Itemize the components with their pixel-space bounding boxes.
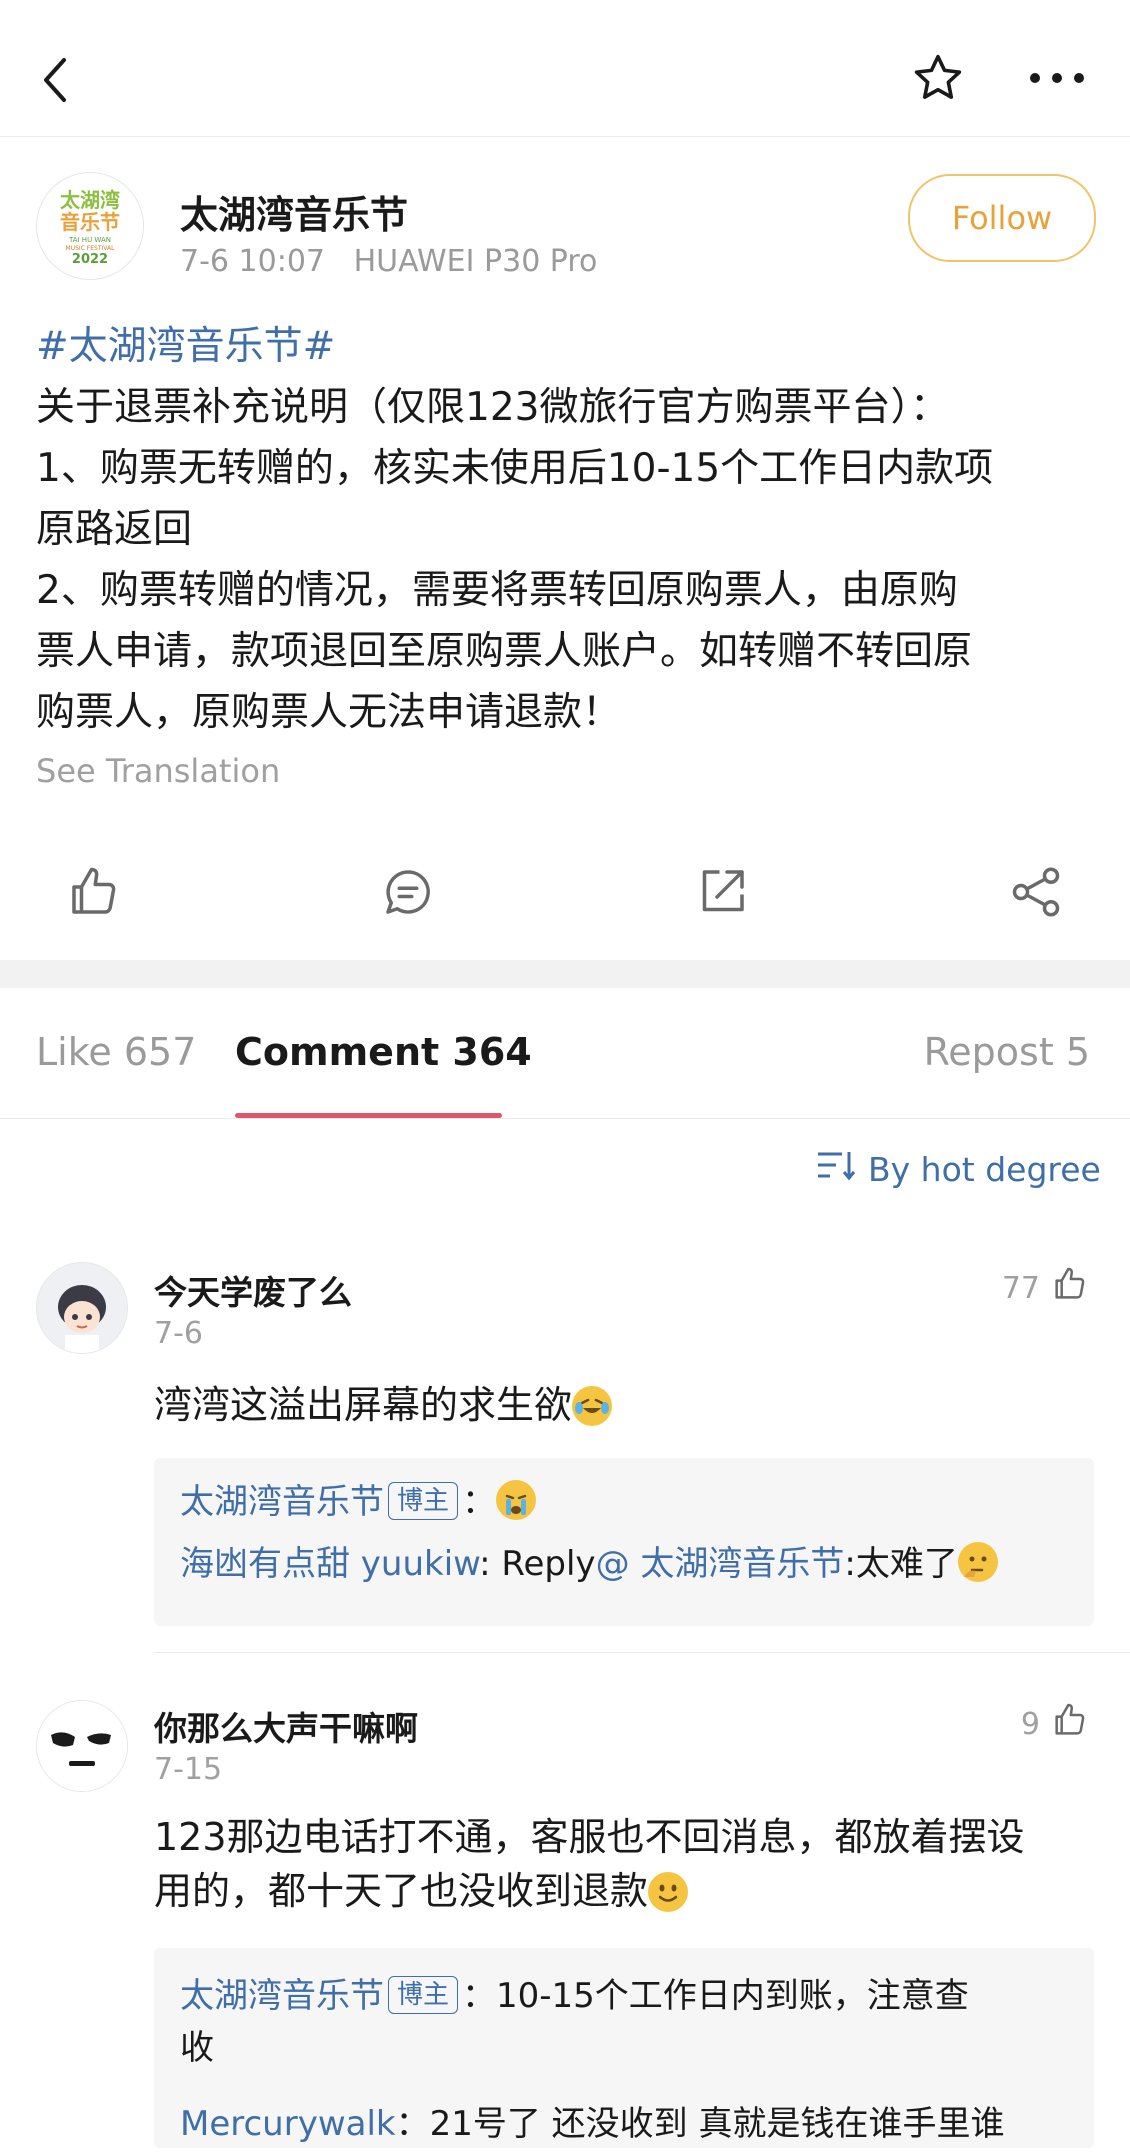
sort-label: By hot degree (868, 1149, 1101, 1189)
comment-text: 湾湾这溢出屏幕的求生欲 (154, 1378, 613, 1432)
post-line: 2、购票转赠的情况，需要将票转回原购票人，由原购 (36, 568, 958, 613)
commenter-avatar[interactable] (36, 1262, 128, 1354)
comment-date: 7-15 (154, 1752, 223, 1787)
see-translation-link[interactable]: See Translation (36, 752, 280, 790)
reply-author[interactable]: 太湖湾音乐节 (180, 1976, 384, 2016)
author-badge: 博主 (388, 1482, 459, 1520)
reply-line: 太湖湾音乐节 博主 ：10-15个工作日内到账，注意查收 (180, 1970, 1070, 2074)
comment-like-button[interactable]: 9 (1021, 1700, 1090, 1748)
comment-like-count: 77 (1001, 1270, 1040, 1306)
reply-box[interactable]: 太湖湾音乐节 博主： 海凼有点甜 yuukiw: Reply@ 太湖湾音乐节:太难… (154, 1458, 1094, 1626)
post-device: HUAWEI P30 Pro (353, 244, 598, 279)
top-bar (0, 0, 1130, 137)
reply-line: 海凼有点甜 yuukiw: Reply@ 太湖湾音乐节:太难了 (180, 1534, 998, 1594)
commenter-name[interactable]: 今天学废了么 (154, 1266, 352, 1314)
commenter-name[interactable]: 你那么大声干嘛啊 (154, 1702, 418, 1750)
comment-like-count: 9 (1020, 1706, 1040, 1742)
back-icon[interactable] (30, 50, 80, 110)
post-hashtag[interactable]: #太湖湾音乐节# (36, 316, 1096, 377)
reply-text: ：21号了 还没收到 真就是钱在谁手里谁 (395, 2104, 1005, 2144)
comment-date: 7-6 (154, 1316, 203, 1351)
thumbs-up-icon (1050, 1264, 1090, 1312)
share-icon[interactable] (1006, 862, 1066, 922)
reply-separator: ： (462, 1482, 497, 1522)
follow-button[interactable]: Follow (908, 174, 1096, 262)
reply-author[interactable]: 海凼有点甜 yuukiw (180, 1544, 479, 1584)
reply-box[interactable]: 太湖湾音乐节 博主 ：10-15个工作日内到账，注意查收 Mercurywalk：2… (154, 1948, 1094, 2148)
comment-text: 123那边电话打不通，客服也不回消息，都放着摆设 用的，都十天了也没收到退款 (154, 1810, 1094, 1918)
thinking-emoji-icon (957, 1542, 998, 1582)
post-line: 原路返回 (36, 507, 193, 552)
post-meta: 7-6 10:07 HUAWEI P30 Pro (180, 244, 597, 279)
author-avatar[interactable]: 太湖湾 音乐节 TAI HU WAN MUSIC FESTIVAL 2022 (36, 172, 144, 280)
repost-icon[interactable] (692, 862, 752, 922)
reply-line: Mercurywalk：21号了 还没收到 真就是钱在谁手里谁 (180, 2094, 1005, 2154)
sort-dropdown[interactable]: By hot degree (816, 1148, 1101, 1190)
logo-text-1: 太湖湾 (60, 188, 120, 212)
section-divider (0, 960, 1130, 988)
logo-text-2: 音乐节 (60, 210, 120, 234)
author-badge: 博主 (388, 1976, 459, 2014)
more-horizontal-icon[interactable] (1022, 48, 1092, 108)
comment-line-wrap: 用的，都十天了也没收到退款 (154, 1864, 1094, 1918)
comment-text-content: 湾湾这溢出屏幕的求生欲 (154, 1383, 573, 1427)
post-body: #太湖湾音乐节# 关于退票补充说明（仅限123微旅行官方购票平台）： 1、购票无… (36, 316, 1096, 743)
crying-emoji-icon (496, 1480, 537, 1520)
laughing-crying-emoji-icon (572, 1386, 613, 1426)
thumbs-up-icon (1050, 1700, 1090, 1748)
sort-icon (816, 1148, 856, 1190)
comment-icon[interactable] (378, 862, 438, 922)
star-icon[interactable] (908, 48, 968, 108)
comment-line: 用的，都十天了也没收到退款 (154, 1869, 649, 1913)
smile-emoji-icon (648, 1872, 689, 1912)
like-icon[interactable] (64, 862, 124, 922)
reply-text-cont: 收 (180, 2028, 214, 2068)
author-name[interactable]: 太湖湾音乐节 (180, 184, 408, 239)
post-line: 关于退票补充说明（仅限123微旅行官方购票平台）： (36, 385, 949, 430)
tab-like[interactable]: Like 657 (36, 1030, 196, 1074)
reply-mention[interactable]: @ 太湖湾音乐节 (596, 1544, 845, 1584)
logo-text-5: 2022 (71, 252, 109, 267)
tab-repost[interactable]: Repost 5 (924, 1030, 1090, 1074)
tabs-border (0, 1118, 1130, 1119)
reply-author[interactable]: 太湖湾音乐节 (180, 1482, 384, 1522)
post-line: 购票人，原购票人无法申请退款！ (36, 690, 622, 735)
commenter-avatar[interactable] (36, 1700, 128, 1792)
reply-text: ：10-15个工作日内到账，注意查 (462, 1976, 969, 2016)
logo-text-3: TAI HU WAN (69, 236, 111, 244)
reply-line: 太湖湾音乐节 博主： (180, 1472, 537, 1532)
reply-author[interactable]: Mercurywalk (180, 2104, 396, 2144)
reply-text: :太难了 (844, 1544, 958, 1584)
post-date: 7-6 10:07 (180, 244, 325, 279)
comment-divider (154, 1652, 1130, 1653)
post-line: 1、购票无转赠的，核实未使用后10-15个工作日内款项 (36, 446, 994, 491)
post-line: 票人申请，款项退回至原购票人账户。如转赠不转回原 (36, 629, 973, 674)
reply-prefix: : Reply (479, 1544, 596, 1584)
tab-comment[interactable]: Comment 364 (235, 1030, 532, 1074)
comment-like-button[interactable]: 77 (1002, 1264, 1090, 1312)
comment-line: 123那边电话打不通，客服也不回消息，都放着摆设 (154, 1815, 1025, 1859)
